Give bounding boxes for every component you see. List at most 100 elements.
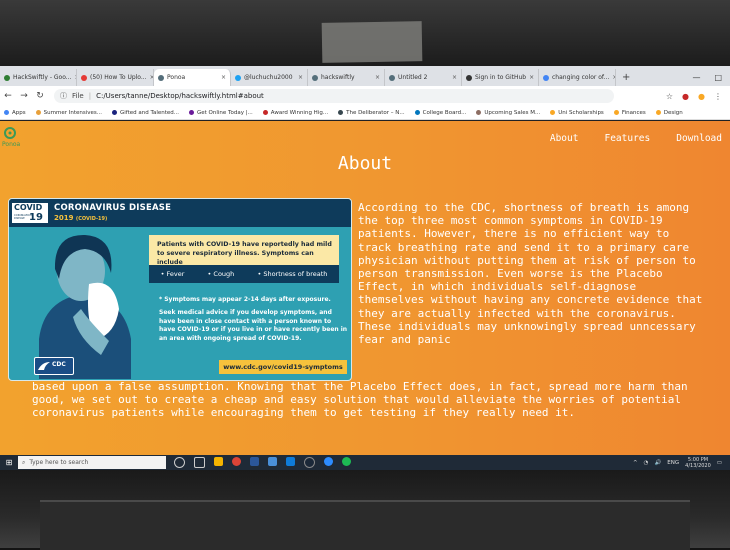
tab-label: Untitled 2: [398, 74, 428, 81]
bookmark-item[interactable]: Get Online Today |...: [189, 110, 253, 116]
browser-tab[interactable]: Untitled 2 ×: [385, 69, 462, 86]
zoom-icon[interactable]: [324, 457, 333, 466]
explorer-icon[interactable]: [214, 457, 223, 466]
browser-tab[interactable]: (50) How To Uplo...×: [77, 69, 154, 86]
symptoms-intro: Patients with COVID-19 have reportedly h…: [157, 241, 332, 266]
bookmark-icon: [112, 110, 117, 115]
bookmark-item[interactable]: Summer Intensives...: [35, 110, 102, 116]
tab-label: changing color of...: [552, 74, 610, 81]
bookmark-item[interactable]: Finances: [613, 110, 646, 116]
tab-label: Ponoa: [167, 74, 186, 81]
hhs-eagle-icon: [38, 362, 50, 370]
language-indicator[interactable]: ENG: [667, 460, 679, 466]
extension-icon[interactable]: ●: [682, 92, 689, 101]
covid-infographic: COVID CORONAVIRUS DISEASE 19 CORONAVIRUS…: [8, 198, 352, 381]
profile-icon[interactable]: ●: [698, 92, 705, 101]
network-icon[interactable]: ◔: [644, 460, 649, 466]
star-icon[interactable]: ☆: [666, 92, 673, 101]
nav-download[interactable]: Download: [676, 133, 722, 144]
bookmark-icon: [262, 110, 268, 115]
tab-favicon-icon: [4, 74, 10, 81]
bookmark-label: Upcoming Sales M...: [484, 109, 541, 116]
task-view-icon[interactable]: [194, 457, 205, 468]
infographic-year: 2019 (COVID-19): [54, 214, 107, 222]
nav-about[interactable]: About: [550, 133, 579, 144]
browser-tab[interactable]: Ponoa ×: [154, 69, 231, 86]
bookmark-item[interactable]: The Deliberator – N...: [338, 110, 405, 116]
tab-close-icon[interactable]: ×: [529, 74, 534, 81]
tab-favicon-icon: [158, 74, 164, 81]
mail-icon[interactable]: [286, 457, 295, 466]
bookmark-icon: [338, 110, 344, 115]
bookmark-item[interactable]: Apps: [4, 110, 26, 116]
tab-close-icon[interactable]: ×: [452, 74, 457, 81]
browser-tab[interactable]: hackswiftly ×: [308, 69, 385, 86]
chrome-icon[interactable]: [232, 457, 241, 466]
browser-tab[interactable]: changing color of...×: [539, 69, 616, 86]
cdc-url: www.cdc.gov/covid19-symptoms: [219, 360, 347, 374]
tape-strip: [321, 21, 423, 63]
bookmark-icon: [476, 110, 482, 115]
browser-tab[interactable]: Sign in to GitHub ×: [462, 69, 539, 86]
spotify-icon[interactable]: [342, 457, 351, 466]
taskbar-search[interactable]: ⌕ Type here to search: [18, 456, 166, 469]
tab-close-icon[interactable]: ×: [221, 74, 226, 81]
tab-close-icon[interactable]: ×: [375, 74, 380, 81]
bookmark-label: Design: [663, 109, 683, 116]
tab-favicon-icon: [466, 74, 472, 81]
new-tab-button[interactable]: +: [616, 69, 636, 86]
reload-icon[interactable]: ↻: [32, 91, 48, 101]
tab-label: @luchuchu2000: [244, 74, 293, 81]
menu-icon[interactable]: ⋮: [714, 92, 722, 101]
covid19-badge: COVID CORONAVIRUS DISEASE 19: [11, 202, 49, 224]
back-icon[interactable]: ←: [0, 91, 16, 101]
minimize-icon[interactable]: —: [692, 73, 700, 82]
volume-icon[interactable]: 🔊: [654, 460, 661, 466]
tab-favicon-icon: [235, 74, 241, 81]
pinned-apps: [174, 457, 351, 468]
cdc-label: CDC: [52, 361, 66, 368]
bookmark-label: The Deliberator – N...: [346, 109, 405, 116]
url-scheme-label: File: [72, 92, 84, 100]
bookmark-item[interactable]: Design: [655, 109, 683, 116]
windows-start-icon[interactable]: ⊞: [0, 455, 18, 470]
url-text[interactable]: C:/Users/tanne/Desktop/hackswiftly.html#…: [96, 92, 264, 100]
tray-expand-icon[interactable]: ^: [633, 460, 638, 466]
bookmark-item[interactable]: Uni Scholarships: [550, 110, 604, 116]
clock-time: 5:00 PM: [687, 456, 709, 463]
clock-date: 4/13/2020: [685, 462, 711, 469]
notifications-icon[interactable]: ▭: [717, 460, 722, 466]
nav-features[interactable]: Features: [604, 133, 650, 144]
word-icon[interactable]: [250, 457, 259, 466]
logo-text[interactable]: Ponoa: [2, 141, 20, 148]
bookmark-item[interactable]: Upcoming Sales M...: [476, 110, 540, 116]
taskbar-search-placeholder: Type here to search: [29, 459, 89, 466]
bookmark-item[interactable]: Gifted and Talented...: [112, 110, 179, 116]
page-title: About: [337, 153, 393, 174]
bookmarks-bar: Apps Summer Intensives... Gifted and Talen…: [0, 106, 730, 120]
address-bar[interactable]: ⓘ File | C:/Users/tanne/Desktop/hackswif…: [54, 89, 614, 103]
cdc-logo: CDC: [34, 357, 74, 375]
cortana-icon[interactable]: [174, 457, 185, 468]
info-icon[interactable]: ⓘ: [60, 91, 67, 101]
maximize-icon[interactable]: □: [714, 73, 722, 82]
bookmark-label: Uni Scholarships: [558, 109, 604, 116]
about-paragraph-2: based upon a false assumption. Knowing t…: [32, 380, 688, 420]
symptoms-list: • Fever • Cough • Shortness of breath: [149, 265, 339, 283]
steam-icon[interactable]: [304, 457, 315, 468]
symptom-shortness-of-breath: • Shortness of breath: [257, 270, 328, 278]
bookmark-item[interactable]: College Board...: [414, 110, 466, 116]
forward-icon[interactable]: →: [16, 91, 32, 101]
store-icon[interactable]: [268, 457, 277, 466]
tab-favicon-icon: [312, 74, 318, 81]
clock[interactable]: 5:00 PM 4/13/2020: [685, 457, 711, 469]
windows-taskbar: ⊞ ⌕ Type here to search ^ ◔ 🔊 ENG 5:00 P…: [0, 455, 730, 470]
bookmark-item[interactable]: Award Winning Hig...: [262, 110, 328, 116]
exposure-note: * Symptoms may appear 2-14 days after ex…: [159, 296, 331, 303]
keyboard-edge: [40, 500, 690, 550]
browser-tab[interactable]: @luchuchu2000 ×: [231, 69, 308, 86]
browser-tab[interactable]: HackSwiftly - Goo...×: [0, 69, 77, 86]
tab-close-icon[interactable]: ×: [298, 74, 303, 81]
top-nav: About Features Download: [550, 133, 722, 144]
bookmark-label: Get Online Today |...: [197, 109, 253, 116]
